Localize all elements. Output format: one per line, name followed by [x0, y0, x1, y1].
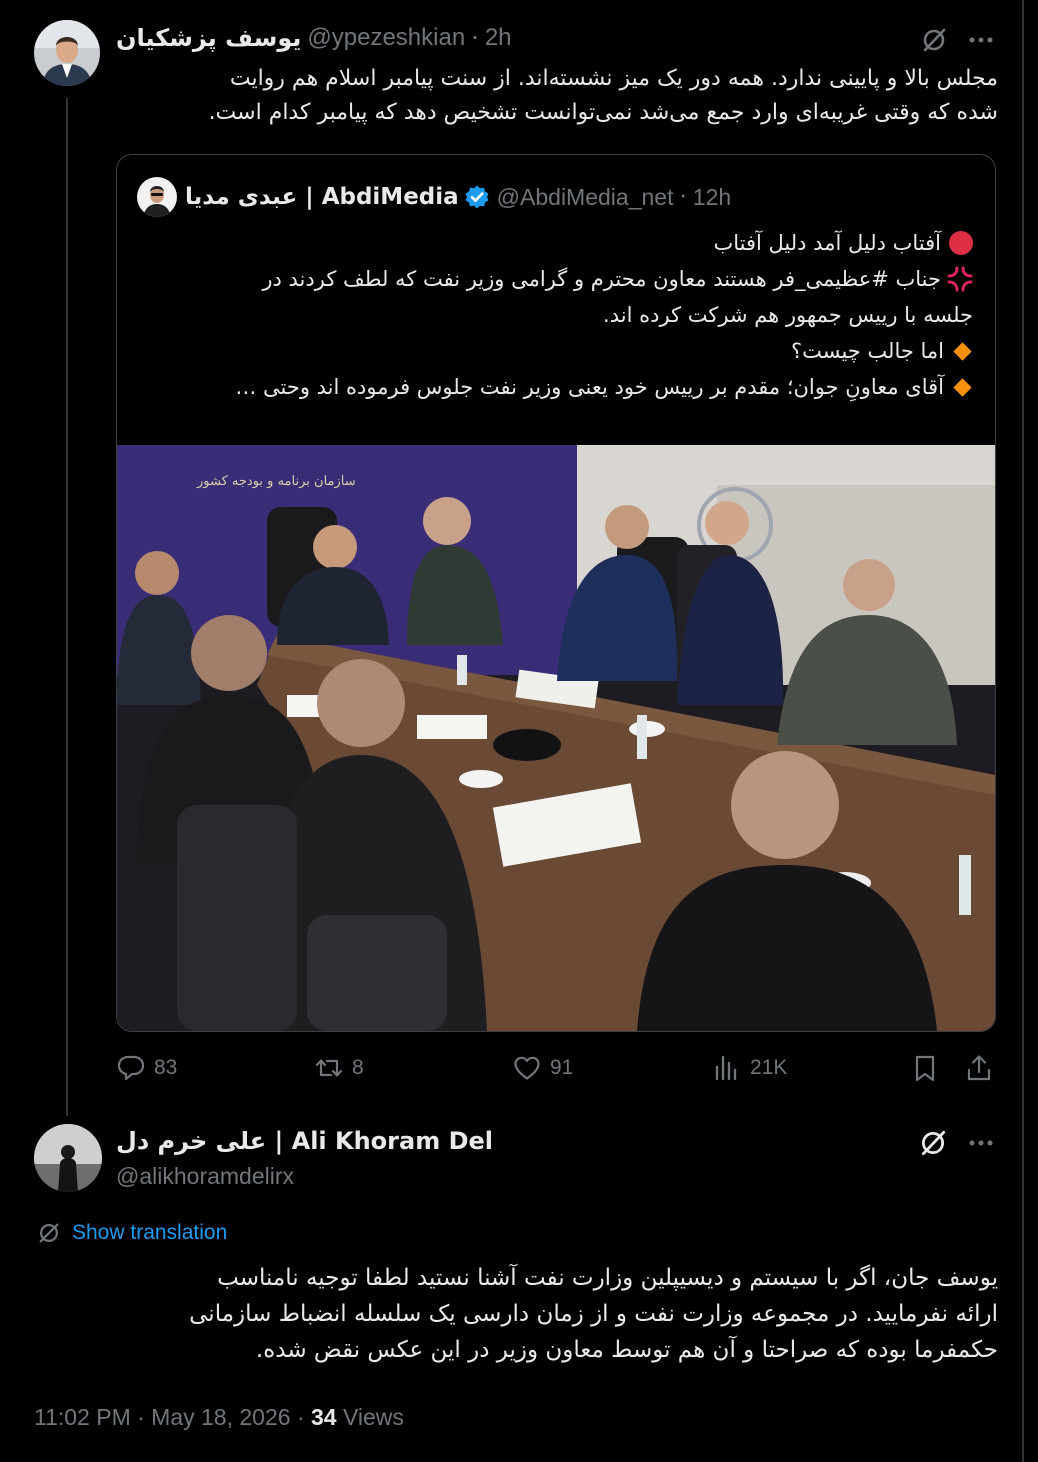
- bookmark-button[interactable]: [910, 1048, 940, 1088]
- quoted-tweet-header: عبدی مدیا | AbdiMedia @AbdiMedia_net · 1…: [185, 181, 731, 213]
- orange-diamond-icon: [953, 341, 972, 361]
- text-line: مجلس بالا و پایینی ندارد. همه دور یک میز…: [229, 66, 998, 91]
- reply-tweet-text: یوسف جان، اگر با سیستم و دیسیپلین وزارت …: [34, 1260, 998, 1368]
- red-circle-icon: [949, 231, 973, 255]
- anger-symbol-icon: [947, 266, 973, 292]
- reply-views-count: 34: [311, 1404, 337, 1430]
- tweet-action-bar: 83 8 91 21K: [116, 1048, 996, 1088]
- reply-metadata: 11:02 PM · May 18, 2026 · 34 Views: [34, 1404, 404, 1431]
- reply-handle-row: @alikhoramdelirx: [116, 1160, 294, 1192]
- main-tweet-text: مجلس بالا و پایینی ندارد. همه دور یک میز…: [116, 62, 998, 130]
- reply-timestamp[interactable]: 11:02 PM · May 18, 2026 ·: [34, 1404, 311, 1430]
- reply-views-label: Views: [336, 1404, 404, 1430]
- text-line: یوسف جان، اگر با سیستم و دیسیپلین وزارت …: [217, 1265, 998, 1291]
- reply-icon: [117, 1055, 145, 1081]
- quoted-line-text: جلسه با رییس جمهور هم شرکت کرده اند.: [603, 303, 973, 327]
- heart-icon: [514, 1056, 540, 1080]
- grok-icon[interactable]: [916, 1126, 950, 1160]
- quoted-line: آقای معاونِ جوان؛ مقدم بر رییس خود یعنی …: [137, 369, 973, 405]
- avatar-abdimedia: [137, 177, 177, 217]
- show-translation-button[interactable]: Show translation: [36, 1220, 227, 1246]
- reply-button[interactable]: 83: [116, 1048, 177, 1088]
- quoted-line-text: آفتاب دلیل آمد دلیل آفتاب: [713, 231, 941, 255]
- more-options-icon[interactable]: [964, 24, 998, 56]
- quoted-line: اما جالب چیست؟: [137, 333, 973, 369]
- column-border: [1022, 0, 1024, 1462]
- thread-connector-line: [66, 98, 68, 1116]
- more-options-icon[interactable]: [964, 1126, 998, 1160]
- main-tweet-header: یوسف پزشکیان @ypezeshkian · 2h: [116, 22, 512, 54]
- author-display-name[interactable]: یوسف پزشکیان: [116, 24, 301, 52]
- repost-icon: [315, 1059, 343, 1077]
- quoted-author-display-name: عبدی مدیا | AbdiMedia: [185, 184, 459, 210]
- quoted-line: جناب #عظیمی_فر هستند معاون محترم و گرامی…: [137, 261, 973, 297]
- wall-caption: سازمان برنامه و بودجه کشور: [196, 474, 356, 489]
- views-count: 21K: [750, 1056, 788, 1079]
- repost-count: 8: [352, 1056, 364, 1079]
- text-line: ارائه نفرمایید. در مجموعه وزارت نفت و از…: [189, 1301, 998, 1327]
- quoted-line-text: جناب #عظیمی_فر هستند معاون محترم و گرامی…: [262, 267, 941, 291]
- avatar-ypezeshkian[interactable]: [34, 20, 100, 86]
- text-line: شده که وقتی غریبه‌ای وارد جمع می‌شد نمی‌…: [208, 100, 998, 125]
- quoted-line: جلسه با رییس جمهور هم شرکت کرده اند.: [137, 297, 973, 333]
- quoted-author-handle: @AbdiMedia_net: [496, 183, 674, 210]
- share-button[interactable]: [964, 1048, 994, 1088]
- bookmark-icon: [915, 1055, 935, 1082]
- views-button[interactable]: 21K: [712, 1048, 787, 1088]
- like-count: 91: [550, 1056, 574, 1079]
- quoted-tweet-card[interactable]: عبدی مدیا | AbdiMedia @AbdiMedia_net · 1…: [116, 154, 996, 1032]
- quoted-line: آفتاب دلیل آمد دلیل آفتاب: [137, 225, 973, 261]
- repost-button[interactable]: 8: [314, 1048, 364, 1088]
- reply-author-handle[interactable]: @alikhoramdelirx: [116, 1163, 294, 1190]
- author-handle[interactable]: @ypezeshkian: [307, 24, 465, 52]
- meeting-photo[interactable]: سازمان برنامه و بودجه کشور: [117, 445, 995, 1031]
- share-icon: [967, 1055, 991, 1081]
- show-translation-label: Show translation: [72, 1221, 228, 1244]
- reply-count: 83: [154, 1056, 178, 1079]
- quoted-line-text: اما جالب چیست؟: [790, 339, 944, 363]
- quoted-post-time: 12h: [692, 183, 732, 210]
- text-line: حکمفرما بوده که صراحتا و آن هم توسط معاو…: [255, 1337, 998, 1363]
- reply-name-row: علی خرم دل | Ali Khoram Del: [116, 1124, 493, 1158]
- views-icon: [715, 1055, 737, 1081]
- quoted-line-text: آقای معاونِ جوان؛ مقدم بر رییس خود یعنی …: [235, 375, 944, 399]
- verified-badge-icon: [464, 184, 490, 210]
- orange-diamond-icon: [953, 377, 972, 397]
- quoted-tweet-text: آفتاب دلیل آمد دلیل آفتاب جناب #عظیمی_فر…: [137, 225, 973, 405]
- separator-dot: ·: [679, 184, 687, 210]
- grok-icon[interactable]: [918, 24, 950, 56]
- reply-author-display-name[interactable]: علی خرم دل | Ali Khoram Del: [116, 1127, 493, 1155]
- grok-icon: [39, 1223, 59, 1243]
- like-button[interactable]: 91: [512, 1048, 573, 1088]
- avatar-alikhoramdel[interactable]: [34, 1124, 102, 1192]
- separator-dot: ·: [471, 24, 479, 52]
- post-time[interactable]: 2h: [485, 24, 512, 52]
